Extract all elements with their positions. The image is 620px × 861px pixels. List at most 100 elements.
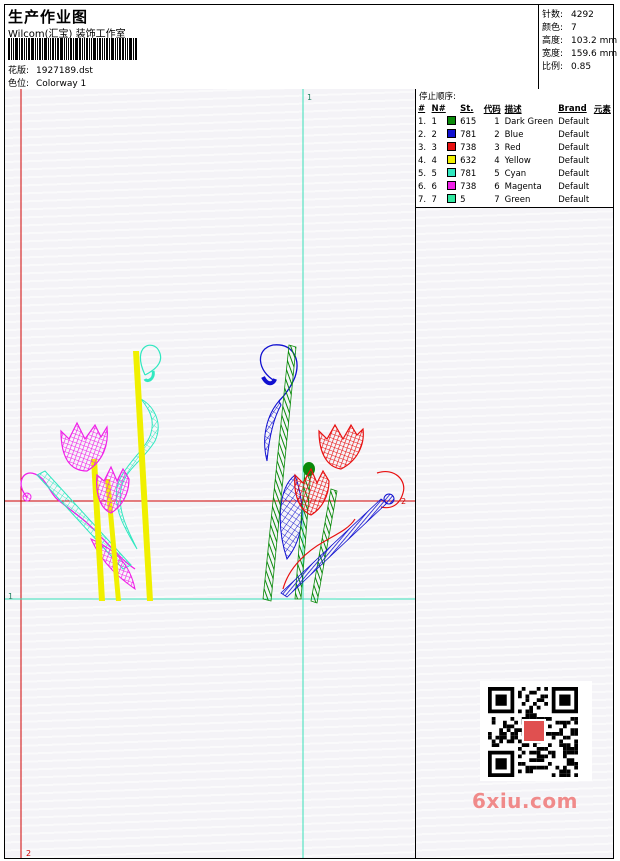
row-stitches: 5 bbox=[460, 194, 466, 205]
row-brand: Default bbox=[558, 155, 590, 166]
row-index: 1. bbox=[418, 116, 427, 127]
marker-right: 2 bbox=[401, 497, 406, 506]
row-brand: Default bbox=[558, 194, 590, 205]
col-description: 描述 bbox=[504, 104, 522, 115]
table-row: 6. 6 738 6 Magenta Default bbox=[416, 180, 613, 193]
row-stitches: 738 bbox=[460, 181, 477, 192]
table-header-row: # N# St. 代码 描述 Brand 元素 bbox=[416, 102, 613, 115]
color-swatch bbox=[447, 168, 457, 177]
stat-height: 高度: 103.2 mm bbox=[542, 36, 618, 46]
row-number: 3 bbox=[431, 142, 437, 153]
row-description: Cyan bbox=[504, 168, 527, 179]
table-row: 2. 2 781 2 Blue Default bbox=[416, 128, 613, 141]
embroidery-preview: 1 2 1 2 bbox=[5, 89, 416, 858]
cyan-top-curl bbox=[139, 344, 162, 376]
row-code: 1 bbox=[494, 116, 500, 127]
col-number: N# bbox=[431, 103, 446, 114]
row-code: 6 bbox=[494, 181, 500, 192]
row-number: 1 bbox=[431, 116, 437, 127]
row-stitches: 781 bbox=[460, 168, 477, 179]
color-swatch bbox=[447, 129, 457, 138]
side-panel: 停止顺序: # N# St. 代码 描述 Brand 元素 1. 1 615 1 Dar… bbox=[416, 89, 613, 858]
row-index: 6. bbox=[418, 181, 427, 192]
red-tulip-upper bbox=[318, 423, 364, 470]
row-color-swatch bbox=[447, 154, 460, 167]
qr-code bbox=[480, 681, 592, 781]
colorway-line: 色位: Colorway 1 bbox=[8, 76, 86, 89]
row-number: 7 bbox=[431, 194, 437, 205]
row-brand: Default bbox=[558, 116, 590, 127]
row-color-swatch bbox=[447, 115, 460, 128]
row-brand: Default bbox=[558, 129, 590, 140]
magenta-curl-knot bbox=[22, 492, 32, 502]
stats-panel: 针数: 4292 颜色: 7 高度: 103.2 mm 宽度: 159.6 mm 比例:… bbox=[538, 5, 618, 89]
color-swatch bbox=[447, 155, 457, 164]
embroidery-design: 1 2 1 2 bbox=[5, 89, 415, 858]
row-brand: Default bbox=[558, 168, 590, 179]
yellow-stem-tall bbox=[133, 351, 153, 601]
row-description: Magenta bbox=[504, 181, 542, 192]
color-swatch bbox=[447, 142, 457, 151]
row-stitches: 615 bbox=[460, 116, 477, 127]
color-sequence-legend: 停止顺序: # N# St. 代码 描述 Brand 元素 1. 1 615 1 Dar… bbox=[416, 89, 613, 208]
row-code: 7 bbox=[494, 194, 500, 205]
table-row: 3. 3 738 3 Red Default bbox=[416, 141, 613, 154]
row-index: 4. bbox=[418, 155, 427, 166]
stat-stitches: 针数: 4292 bbox=[542, 10, 594, 20]
row-index: 3. bbox=[418, 142, 427, 153]
watermark-text: 6xiu.com bbox=[472, 789, 578, 813]
barcode-image bbox=[8, 38, 146, 60]
design-value: 1927189.dst bbox=[36, 66, 93, 76]
marker-top: 1 bbox=[307, 93, 312, 102]
qr-code-image bbox=[488, 687, 578, 777]
stat-colors: 颜色: 7 bbox=[542, 23, 577, 33]
row-code: 5 bbox=[494, 168, 500, 179]
marker-bottom: 2 bbox=[26, 849, 31, 858]
row-number: 6 bbox=[431, 181, 437, 192]
magenta-tulip-lower bbox=[96, 465, 130, 514]
row-color-swatch bbox=[447, 193, 460, 206]
row-description: Blue bbox=[504, 129, 524, 140]
row-code: 2 bbox=[494, 129, 500, 140]
col-stitches: St. bbox=[460, 103, 474, 114]
stop-sequence-title: 停止顺序: bbox=[419, 92, 456, 102]
row-color-swatch bbox=[447, 141, 460, 154]
seal-stamp bbox=[524, 721, 544, 741]
color-swatch bbox=[447, 116, 457, 125]
row-color-swatch bbox=[447, 128, 460, 141]
table-row: 5. 5 781 5 Cyan Default bbox=[416, 167, 613, 180]
page-title: 生产作业图 bbox=[8, 8, 89, 26]
row-description: Red bbox=[504, 142, 521, 153]
row-number: 4 bbox=[431, 155, 437, 166]
design-label: 花版: bbox=[8, 66, 30, 76]
stat-width: 宽度: 159.6 mm bbox=[542, 49, 618, 59]
production-sheet: 生产作业图 Wilcom(汇宝) 装饰工作室 花版: 1927189.dst 色位… bbox=[4, 4, 618, 859]
marker-left: 1 bbox=[8, 592, 13, 601]
colorway-value: Colorway 1 bbox=[36, 79, 87, 89]
table-row: 4. 4 632 4 Yellow Default bbox=[416, 154, 613, 167]
design-line: 花版: 1927189.dst bbox=[8, 63, 93, 76]
table-row: 1. 1 615 1 Dark Green Default bbox=[416, 115, 613, 128]
color-swatch bbox=[447, 181, 457, 190]
row-index: 5. bbox=[418, 168, 427, 179]
row-color-swatch bbox=[447, 180, 460, 193]
stat-scale: 比例: 0.85 bbox=[542, 62, 592, 72]
row-code: 3 bbox=[494, 142, 500, 153]
row-stitches: 781 bbox=[460, 129, 477, 140]
row-number: 2 bbox=[431, 129, 437, 140]
row-brand: Default bbox=[558, 181, 590, 192]
row-index: 2. bbox=[418, 129, 427, 140]
row-description: Dark Green bbox=[504, 116, 554, 127]
row-stitches: 632 bbox=[460, 155, 477, 166]
row-description: Green bbox=[504, 194, 531, 205]
col-element: 元素 bbox=[593, 104, 611, 115]
magenta-tulip-upper bbox=[60, 421, 108, 472]
blue-curl-knot bbox=[261, 375, 277, 386]
row-code: 4 bbox=[494, 155, 500, 166]
row-index: 7. bbox=[418, 194, 427, 205]
table-row: 7. 7 5 7 Green Default bbox=[416, 193, 613, 206]
row-brand: Default bbox=[558, 142, 590, 153]
row-stitches: 738 bbox=[460, 142, 477, 153]
color-swatch bbox=[447, 194, 457, 203]
color-sequence-table: # N# St. 代码 描述 Brand 元素 1. 1 615 1 Dark Gree… bbox=[416, 102, 613, 206]
